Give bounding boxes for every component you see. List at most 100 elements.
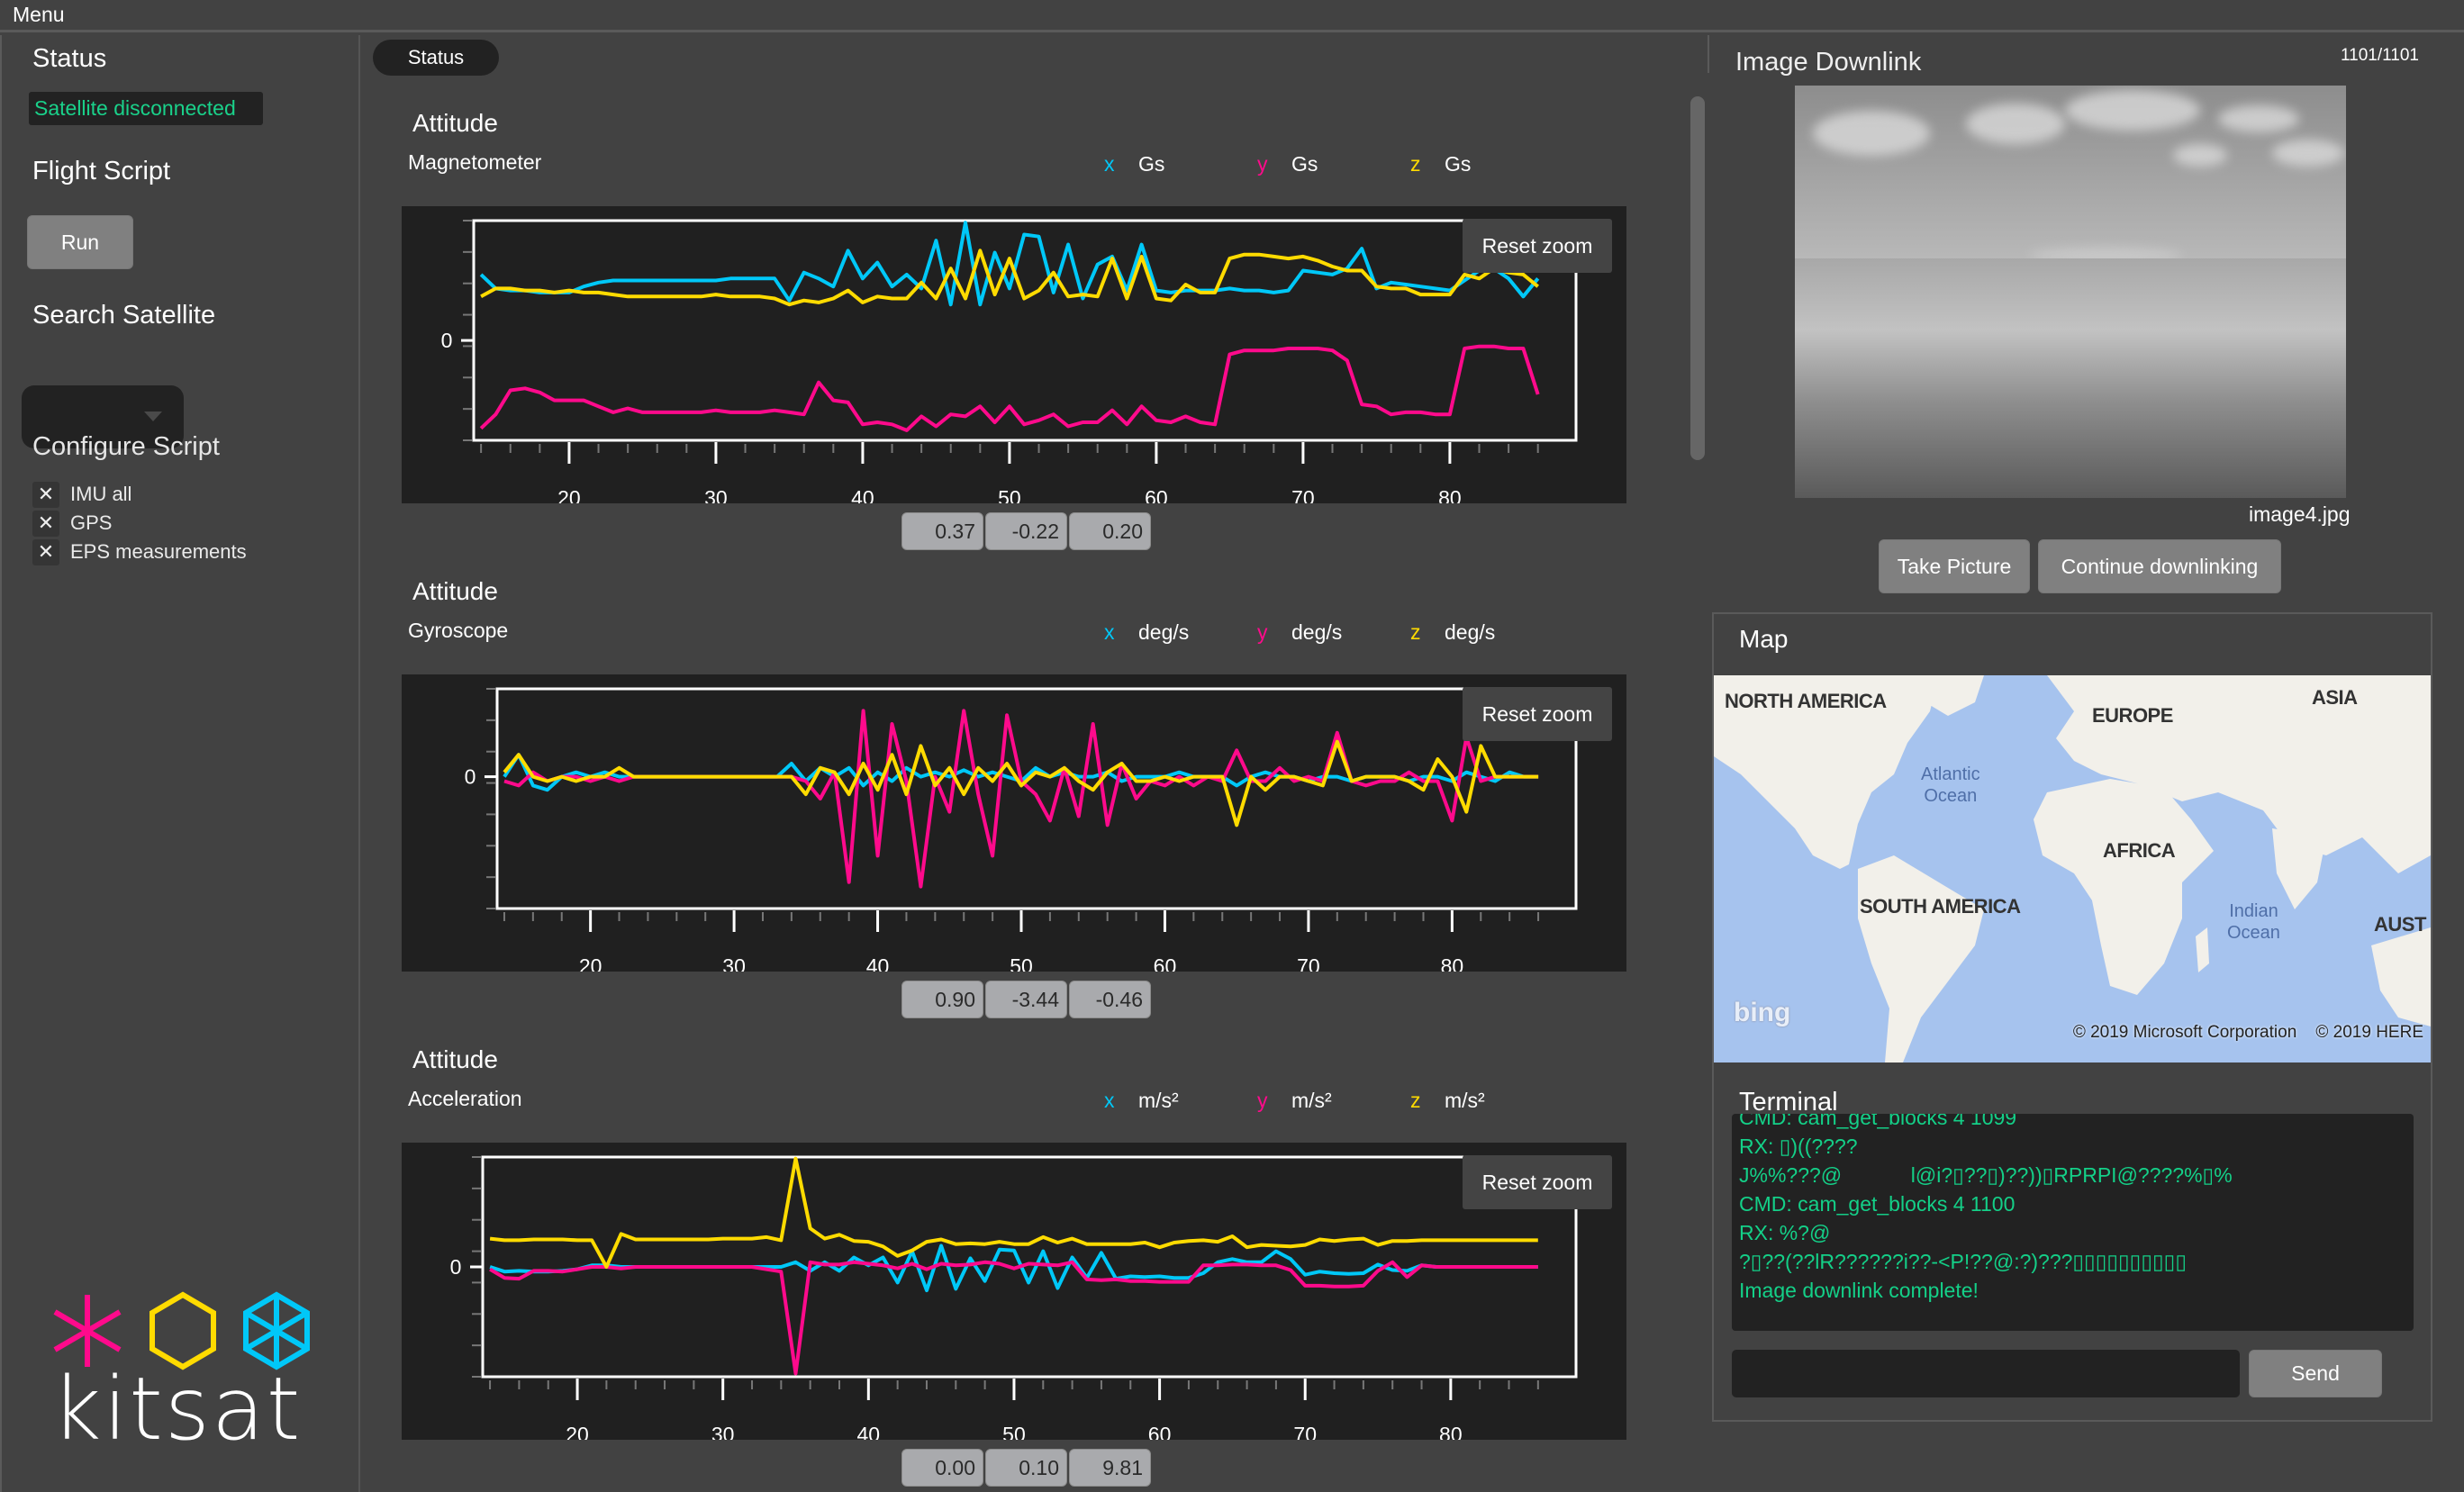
panel-subtitle: Magnetometer bbox=[408, 150, 542, 174]
legend-z-unit: Gs bbox=[1445, 152, 1472, 176]
legend-y: y bbox=[1257, 152, 1268, 176]
terminal-line: CMD: cam_get_blocks 4 1100 bbox=[1739, 1192, 2016, 1216]
map-copyright: © 2019 Microsoft Corporation © 2019 HERE bbox=[2072, 1023, 2423, 1042]
status-badge: Satellite disconnected bbox=[29, 92, 263, 125]
take-picture-button[interactable]: Take Picture bbox=[1879, 539, 2030, 593]
terminal-line: J%%???@ l@i?▯??▯)??))▯RPRPI@????%▯% bbox=[1739, 1163, 2233, 1187]
menu-bar: Menu bbox=[0, 0, 2464, 32]
legend-z: z bbox=[1410, 1089, 1421, 1112]
x-tick-label: 20 bbox=[566, 1423, 589, 1440]
map-label-africa: AFRICA bbox=[2103, 839, 2176, 862]
readout-y: -3.44 bbox=[985, 981, 1067, 1018]
x-tick-label: 60 bbox=[1154, 954, 1177, 972]
scrollbar[interactable] bbox=[1690, 96, 1705, 460]
x-tick-label: 20 bbox=[579, 954, 602, 972]
africa-shape bbox=[2034, 779, 2214, 995]
map-label-north-america: NORTH AMERICA bbox=[1725, 690, 1887, 712]
checkbox-checked-icon[interactable]: ✕ bbox=[32, 538, 59, 565]
legend-z-unit: deg/s bbox=[1445, 620, 1496, 644]
panel-subtitle: Acceleration bbox=[408, 1087, 522, 1110]
legend: x Gs y Gs z Gs bbox=[1104, 152, 1563, 176]
plot-frame bbox=[472, 219, 1578, 442]
x-tick-label: 30 bbox=[704, 486, 728, 503]
acceleration-chart[interactable]: 0 20 30 40 50 60 70 80 Reset zoom bbox=[402, 1143, 1626, 1440]
chart-svg[interactable]: 0 20 30 40 50 60 70 80 bbox=[402, 206, 1626, 503]
india-shape bbox=[2272, 828, 2326, 909]
x-tick-label: 60 bbox=[1145, 486, 1168, 503]
x-tick-label: 60 bbox=[1148, 1423, 1172, 1440]
panel-title: Attitude bbox=[412, 1045, 498, 1073]
readout-z: 9.81 bbox=[1069, 1449, 1151, 1487]
bing-logo: bing bbox=[1734, 998, 1791, 1027]
readouts: 0.00 0.10 9.81 bbox=[901, 1449, 1151, 1487]
world-map-shapes bbox=[1714, 675, 2431, 1062]
option-eps-measurements[interactable]: ✕ EPS measurements bbox=[32, 538, 247, 566]
readout-x: 0.90 bbox=[901, 981, 983, 1018]
world-map[interactable]: NORTH AMERICA EUROPE ASIA AFRICA SOUTH A… bbox=[1714, 675, 2431, 1062]
image-filename: image4.jpg bbox=[2249, 502, 2351, 526]
flight-script-heading: Flight Script bbox=[32, 157, 171, 185]
map-label-australia: AUST bbox=[2374, 913, 2426, 936]
run-button[interactable]: Run bbox=[27, 215, 133, 269]
option-label: EPS measurements bbox=[70, 540, 247, 563]
option-gps[interactable]: ✕ GPS bbox=[32, 509, 247, 538]
australia-shape bbox=[2371, 927, 2431, 1026]
right-panel: Image Downlink 1101/1101 image4.jpg Take… bbox=[1708, 35, 2464, 1492]
y-tick-label: 0 bbox=[465, 765, 476, 789]
map-title: Map bbox=[1739, 625, 1789, 653]
readout-x: 0.37 bbox=[901, 512, 983, 550]
x-tick-label: 70 bbox=[1291, 486, 1315, 503]
terminal-output[interactable]: CMD: cam_get_blocks 4 1099 RX: ▯)((???? … bbox=[1732, 1114, 2414, 1331]
gyroscope-chart[interactable]: 0 20 30 40 50 60 70 80 Reset zoom bbox=[402, 674, 1626, 972]
checkbox-checked-icon[interactable]: ✕ bbox=[32, 510, 59, 537]
series-z-line bbox=[503, 739, 1539, 827]
chart-svg[interactable]: 0 20 30 40 50 60 70 80 bbox=[402, 674, 1626, 972]
reset-zoom-button[interactable]: Reset zoom bbox=[1463, 219, 1612, 273]
terminal-line: Image downlink complete! bbox=[1739, 1279, 1979, 1302]
reset-zoom-button[interactable]: Reset zoom bbox=[1463, 1155, 1612, 1209]
map-panel: Map NORTH AMERICA EUROPE ASIA AFRICA SOU… bbox=[1712, 612, 2432, 1062]
sidebar: Status Satellite disconnected Flight Scr… bbox=[0, 35, 360, 1492]
telemetry-panel: Status Attitude Magnetometer x Gs y Gs z… bbox=[362, 35, 1709, 1492]
readouts: 0.37 -0.22 0.20 bbox=[901, 512, 1151, 550]
x-tick-label: 20 bbox=[557, 486, 581, 503]
series-y-line bbox=[503, 709, 1539, 889]
tab-status[interactable]: Status bbox=[373, 40, 499, 76]
legend-z: z bbox=[1410, 152, 1421, 176]
series-y-line bbox=[489, 1260, 1538, 1376]
x-tick-label: 40 bbox=[866, 954, 890, 972]
terminal-line: ?▯??(??lR??????i??-<P!??@:?)???▯▯▯▯▯▯▯▯▯… bbox=[1739, 1250, 2187, 1273]
checkbox-checked-icon[interactable]: ✕ bbox=[32, 481, 59, 508]
legend: x m/s² y m/s² z m/s² bbox=[1104, 1089, 1563, 1113]
map-label-asia: ASIA bbox=[2312, 686, 2358, 709]
readout-y: 0.10 bbox=[985, 1449, 1067, 1487]
x-tick-label: 50 bbox=[998, 486, 1021, 503]
reset-zoom-button[interactable]: Reset zoom bbox=[1463, 687, 1612, 741]
option-imu-all[interactable]: ✕ IMU all bbox=[32, 480, 247, 509]
x-tick-label: 50 bbox=[1010, 954, 1033, 972]
command-input[interactable] bbox=[1732, 1350, 2240, 1397]
south-america-shape bbox=[1858, 855, 1984, 1062]
x-tick-label: 50 bbox=[1002, 1423, 1026, 1440]
menu-button[interactable]: Menu bbox=[13, 3, 65, 27]
send-button[interactable]: Send bbox=[2249, 1350, 2382, 1397]
magnetometer-chart[interactable]: 0 20 30 40 50 60 70 80 Reset zoom bbox=[402, 206, 1626, 503]
x-tick-label: 30 bbox=[711, 1423, 735, 1440]
continue-downlinking-button[interactable]: Continue downlinking bbox=[2038, 539, 2281, 593]
terminal-panel: Terminal CMD: cam_get_blocks 4 1099 RX: … bbox=[1712, 1062, 2432, 1422]
logo-text: kitsat bbox=[51, 1359, 303, 1460]
map-label-europe: EUROPE bbox=[2092, 704, 2173, 727]
legend-x: x bbox=[1104, 152, 1115, 176]
map-label-atlantic: Atlantic Ocean bbox=[1921, 764, 1980, 806]
series-z-line bbox=[480, 249, 1539, 307]
x-tick-label: 30 bbox=[722, 954, 746, 972]
terminal-line: CMD: cam_get_blocks 4 1099 bbox=[1739, 1114, 2017, 1129]
chart-svg[interactable]: 0 20 30 40 50 60 70 80 bbox=[402, 1143, 1626, 1440]
legend-y: y bbox=[1257, 1089, 1268, 1112]
readouts: 0.90 -3.44 -0.46 bbox=[901, 981, 1151, 1018]
legend: x deg/s y deg/s z deg/s bbox=[1104, 620, 1563, 645]
readout-z: 0.20 bbox=[1069, 512, 1151, 550]
readout-x: 0.00 bbox=[901, 1449, 983, 1487]
chevron-down-icon bbox=[144, 411, 162, 421]
legend-z-unit: m/s² bbox=[1445, 1089, 1485, 1112]
